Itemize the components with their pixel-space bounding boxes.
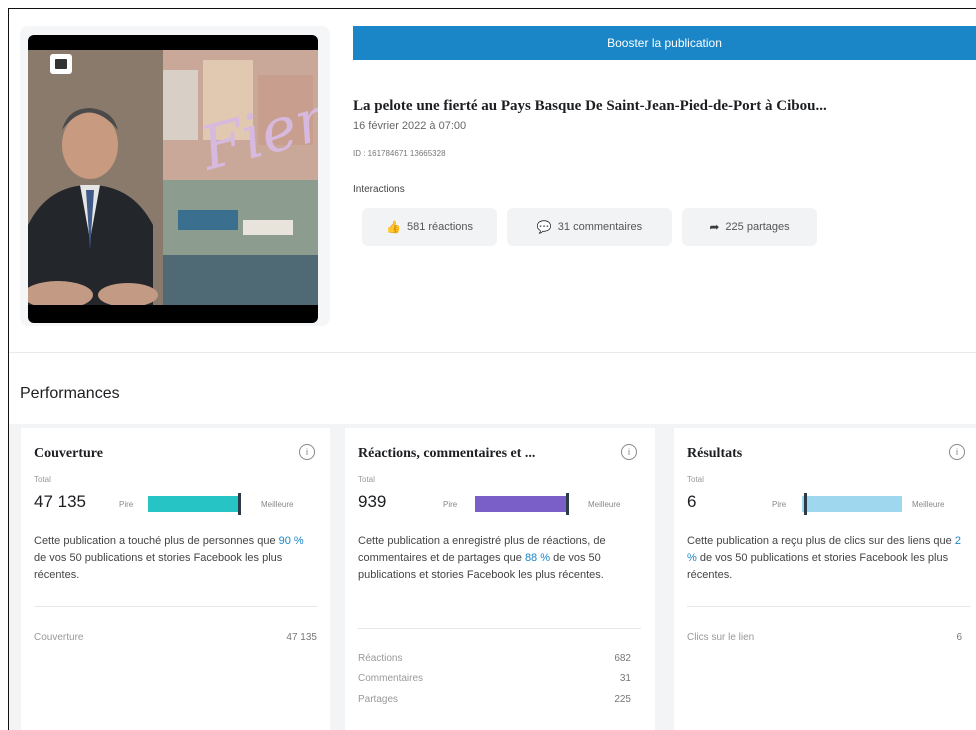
- benchmark-bar: [148, 493, 248, 515]
- description-text: de vos 50 publications et stories Facebo…: [687, 552, 949, 581]
- reactions-count: 581 réactions: [406, 221, 473, 233]
- total-value: 47 135: [34, 492, 86, 511]
- breakdown-label: Couverture: [34, 632, 84, 643]
- metric-card-coverage: Couverture i Total 47 135 Pire Meilleure…: [21, 428, 330, 730]
- breakdown-value: 682: [614, 653, 631, 664]
- benchmark-marker: [804, 493, 807, 515]
- bar-low-label: Pire: [443, 500, 458, 509]
- info-icon[interactable]: i: [949, 444, 965, 460]
- bar-high-label: Meilleure: [912, 500, 945, 509]
- metric-card-results: Résultats i Total 6 Pire Meilleure Cette…: [674, 428, 976, 730]
- benchmark-marker: [238, 493, 241, 515]
- card-title: Couverture: [34, 446, 103, 461]
- interactions-label: Interactions: [353, 184, 405, 195]
- post-id: ID : 161784671 13665328: [353, 149, 446, 158]
- percentile-value: 90 %: [278, 535, 304, 547]
- bar-low-label: Pire: [119, 500, 134, 509]
- card-description: Cette publication a enregistré plus de r…: [358, 533, 641, 584]
- card-divider: [34, 606, 317, 607]
- benchmark-bar-fill: [475, 496, 566, 512]
- breakdown-value: 6: [956, 632, 962, 643]
- video-frame-image: Fier: [28, 50, 318, 305]
- total-label: Total: [34, 475, 51, 484]
- post-date: 16 février 2022 à 07:00: [353, 120, 467, 132]
- thumbs-up-icon: 👍: [386, 220, 401, 234]
- benchmark-bar: [802, 493, 902, 515]
- info-icon[interactable]: i: [299, 444, 315, 460]
- total-label: Total: [358, 475, 375, 484]
- section-divider: [9, 352, 976, 353]
- description-text: de vos 50 publications et stories Facebo…: [34, 552, 283, 581]
- bar-low-label: Pire: [772, 500, 787, 509]
- bar-high-label: Meilleure: [588, 500, 621, 509]
- breakdown-label: Partages: [358, 694, 399, 705]
- post-title[interactable]: La pelote une fierté au Pays Basque De S…: [353, 98, 973, 115]
- breakdown-value: 225: [614, 694, 631, 705]
- breakdown-label: Clics sur le lien: [687, 632, 755, 643]
- bar-high-label: Meilleure: [261, 500, 294, 509]
- percentile-value: 88 %: [524, 552, 551, 564]
- boost-post-button[interactable]: Booster la publication: [353, 26, 976, 60]
- video-media-icon: [50, 54, 72, 74]
- breakdown-value: 31: [619, 673, 631, 684]
- benchmark-marker: [566, 493, 569, 515]
- share-arrow-icon: ➦: [709, 220, 720, 234]
- comments-count: 31 commentaires: [557, 221, 643, 233]
- shares-count: 225 partages: [725, 221, 790, 233]
- card-description: Cette publication a reçu plus de clics s…: [687, 533, 970, 584]
- reactions-pill[interactable]: 👍 581 réactions: [362, 208, 497, 246]
- comments-pill[interactable]: 💬 31 commentaires: [507, 208, 672, 246]
- performances-heading: Performances: [20, 385, 120, 402]
- card-title: Résultats: [687, 446, 743, 461]
- breakdown-label: Commentaires: [358, 673, 424, 684]
- breakdown-label: Réactions: [358, 653, 403, 664]
- post-thumbnail[interactable]: Fier: [28, 35, 318, 323]
- comment-icon: 💬: [536, 220, 552, 234]
- metric-card-engagement: Réactions, commentaires et ... i Total 9…: [345, 428, 655, 730]
- benchmark-bar: [475, 493, 578, 515]
- breakdown-value: 47 135: [286, 632, 317, 643]
- info-icon[interactable]: i: [621, 444, 637, 460]
- card-divider: [358, 628, 641, 629]
- news-anchor-illustration: Fier: [28, 50, 318, 305]
- total-value: 939: [358, 492, 387, 511]
- card-divider: [687, 606, 970, 607]
- total-label: Total: [687, 475, 704, 484]
- card-description: Cette publication a touché plus de perso…: [34, 533, 317, 584]
- total-value: 6: [687, 492, 697, 511]
- shares-pill[interactable]: ➦ 225 partages: [682, 208, 817, 246]
- description-text: Cette publication a reçu plus de clics s…: [687, 535, 955, 547]
- card-title: Réactions, commentaires et ...: [358, 446, 536, 461]
- description-text: Cette publication a touché plus de perso…: [34, 535, 279, 547]
- benchmark-bar-fill: [148, 496, 238, 512]
